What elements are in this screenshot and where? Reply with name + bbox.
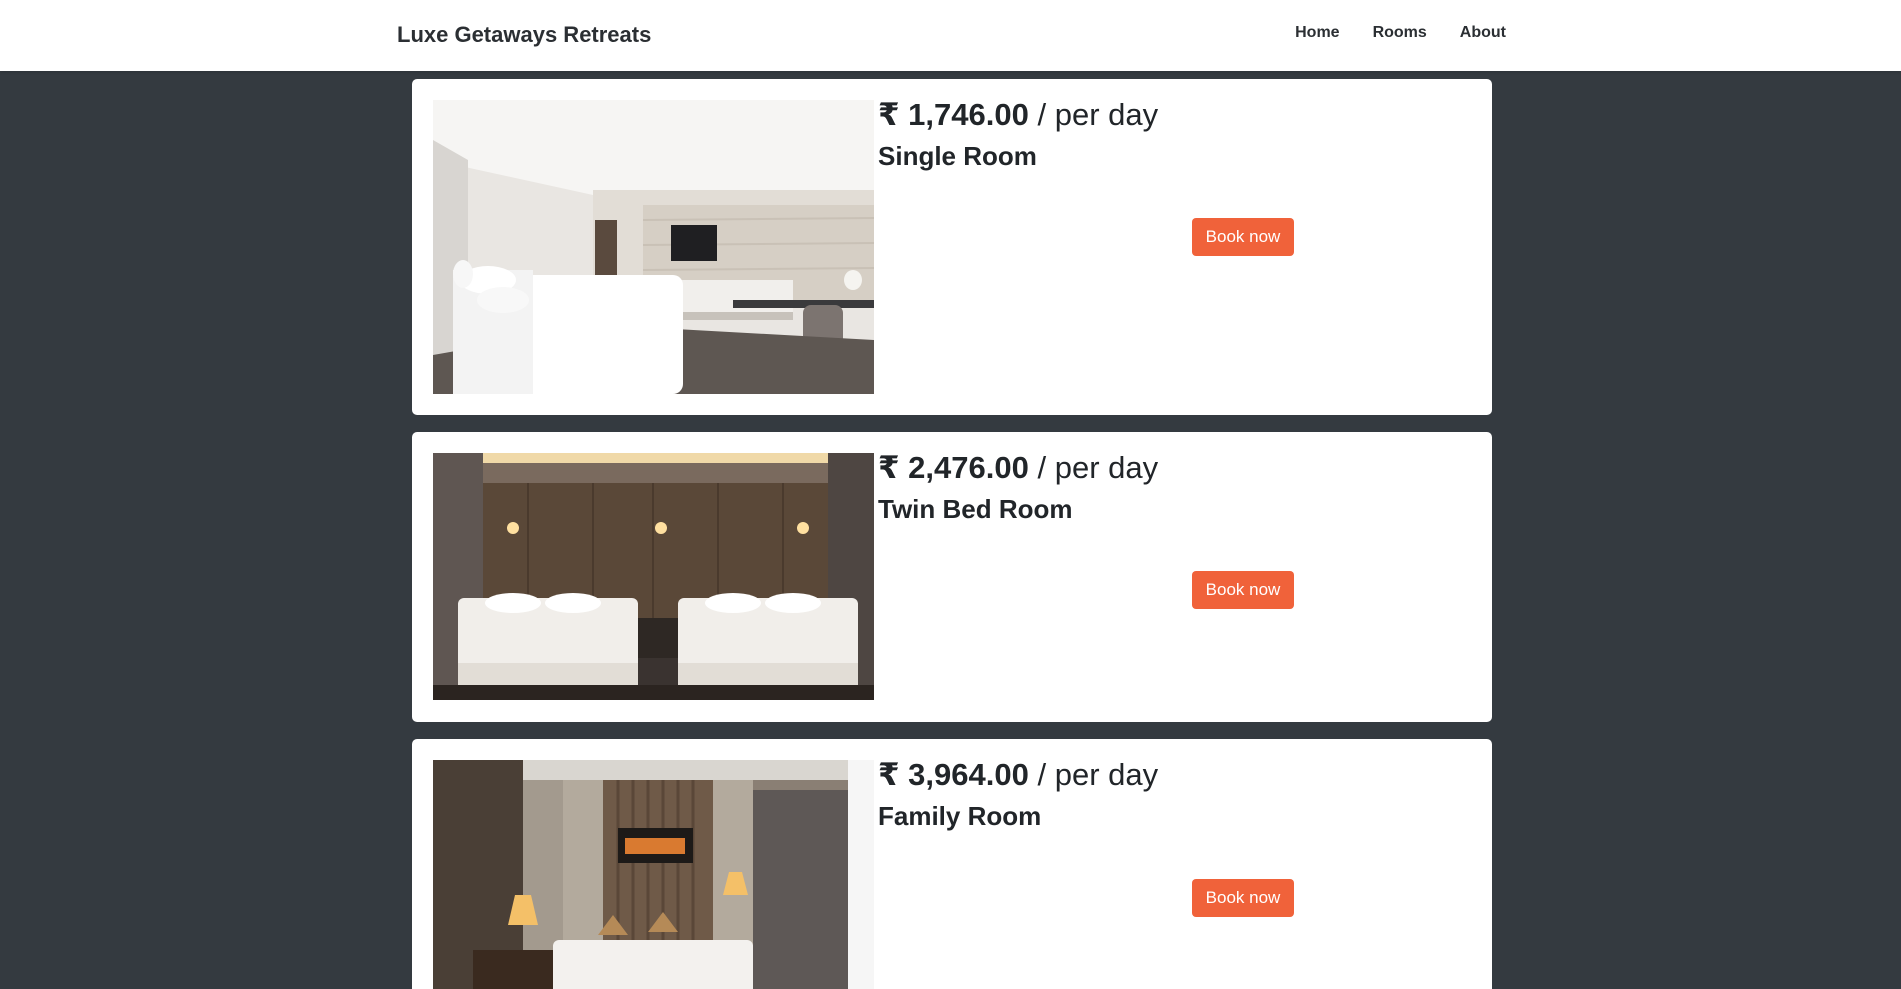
room-card-family: ₹ 3,964.00 / per day Family Room Book no… <box>412 739 1492 989</box>
room-card-twin: ₹ 2,476.00 / per day Twin Bed Room Book … <box>412 432 1492 722</box>
price-amount: ₹ 2,476.00 <box>878 450 1029 485</box>
book-now-button[interactable]: Book now <box>1192 218 1294 256</box>
price-period: / per day <box>1037 450 1159 485</box>
nav-home-link[interactable]: Home <box>1295 24 1339 42</box>
price-label: ₹ 1,746.00 / per day <box>878 97 1158 133</box>
single-room-photo <box>433 100 874 394</box>
twin-bed-room-photo <box>433 453 874 700</box>
price-period: / per day <box>1037 97 1159 132</box>
price-period: / per day <box>1037 757 1159 792</box>
room-list: ₹ 1,746.00 / per day Single Room Book no… <box>412 79 1492 989</box>
room-title: Family Room <box>878 801 1042 831</box>
room-title: Single Room <box>878 141 1037 171</box>
book-now-button[interactable]: Book now <box>1192 571 1294 609</box>
price-amount: ₹ 3,964.00 <box>878 757 1029 792</box>
room-card-single: ₹ 1,746.00 / per day Single Room Book no… <box>412 79 1492 415</box>
navbar: Luxe Getaways Retreats Home Rooms About <box>0 0 1901 71</box>
price-label: ₹ 2,476.00 / per day <box>878 450 1158 486</box>
book-now-button[interactable]: Book now <box>1192 879 1294 917</box>
nav-rooms-link[interactable]: Rooms <box>1373 24 1427 42</box>
price-amount: ₹ 1,746.00 <box>878 97 1029 132</box>
nav-about-link[interactable]: About <box>1460 24 1506 42</box>
nav-links: Home Rooms About <box>1295 24 1506 42</box>
brand-logo-text[interactable]: Luxe Getaways Retreats <box>397 22 651 48</box>
price-label: ₹ 3,964.00 / per day <box>878 757 1158 793</box>
family-room-photo <box>433 760 874 989</box>
room-title: Twin Bed Room <box>878 494 1073 524</box>
